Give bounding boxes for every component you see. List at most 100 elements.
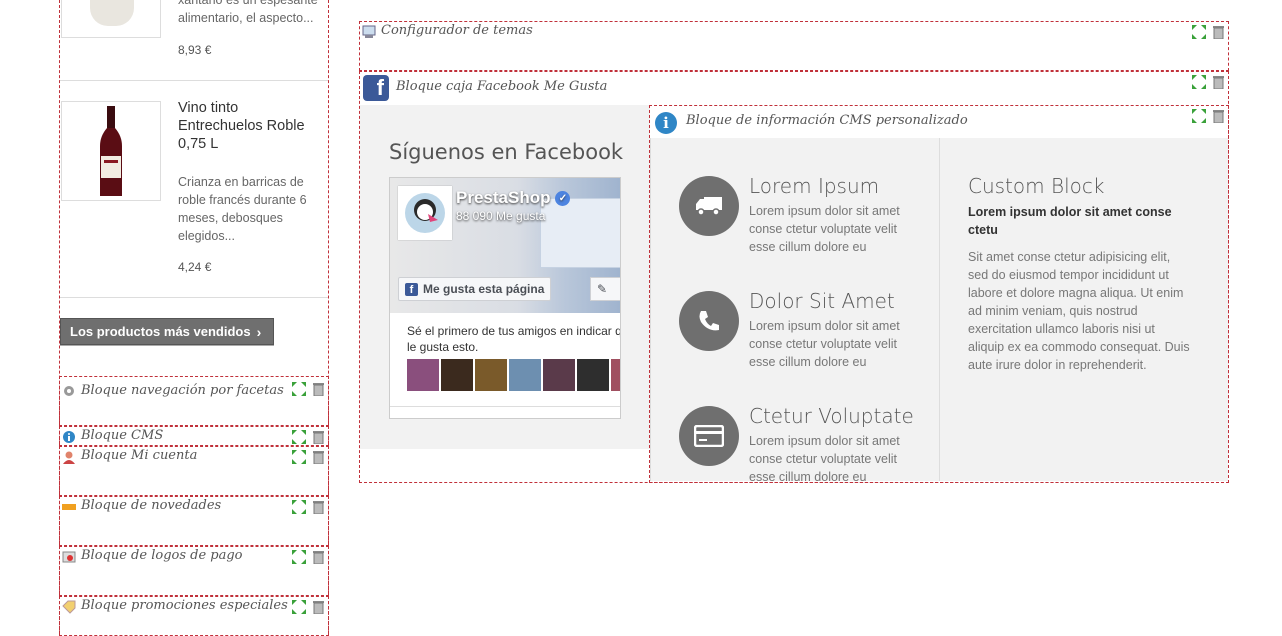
friends-text: Sé el primero de tus amigos en indicar q… [407, 324, 621, 354]
service-title: Lorem Ipsum [749, 174, 880, 198]
facebook-heading: Síguenos en Facebook [389, 140, 624, 164]
service-text: Lorem ipsum dolor sit amet conse ctetur … [749, 434, 900, 481]
bestsellers-label: Los productos más vendidos [70, 324, 251, 339]
new-badge-icon [62, 504, 76, 510]
page-name[interactable]: PrestaShop ✓ [456, 188, 571, 208]
facebook-panel: Síguenos en Facebook PrestaShop ✓ 88 090… [360, 105, 650, 449]
module-cms[interactable]: Bloque CMS [59, 426, 329, 446]
module-label: Bloque de información CMS personalizado [686, 113, 968, 128]
module-theme-configurator[interactable]: Configurador de temas [359, 21, 1229, 71]
info-icon [63, 431, 75, 443]
friend-avatars [407, 359, 620, 391]
tag-icon [62, 600, 76, 614]
service-icon-circle [679, 406, 739, 466]
share-button[interactable]: ✎ [590, 277, 620, 301]
service-icon-circle [679, 291, 739, 351]
facebook-small-icon: f [405, 282, 418, 296]
bestsellers-button[interactable]: Los productos más vendidos › [60, 318, 274, 345]
product-name[interactable]: Vino tinto Entrechuelos Roble 0,75 L [178, 99, 318, 153]
custom-block-subtitle: Lorem ipsum dolor sit amet conse ctetu [968, 205, 1172, 237]
service-text: Lorem ipsum dolor sit amet conse ctetur … [749, 204, 900, 254]
info-icon: i [655, 112, 677, 134]
divider [60, 297, 328, 298]
payment-icon [62, 551, 76, 563]
module-label: Configurador de temas [381, 23, 533, 38]
left-column: xantano es un espesante alimentario, el … [59, 0, 329, 636]
friend-avatar[interactable] [475, 359, 507, 391]
friend-avatar[interactable] [407, 359, 439, 391]
product-image[interactable] [61, 0, 161, 38]
move-icon[interactable] [291, 449, 307, 465]
product-description: xantano es un espesante alimentario, el … [178, 0, 318, 25]
module-label: Bloque CMS [81, 428, 164, 443]
custom-block-text: Sit amet conse ctetur adipisicing elit, … [968, 250, 1190, 372]
module-label: Bloque de logos de pago [81, 548, 243, 563]
pencil-icon: ✎ [597, 282, 608, 296]
move-icon[interactable] [291, 499, 307, 515]
page-avatar[interactable] [398, 186, 452, 240]
user-icon [63, 451, 75, 464]
verified-icon: ✓ [555, 190, 571, 206]
friend-avatar[interactable] [577, 359, 609, 391]
truck-icon [696, 197, 722, 216]
trash-icon[interactable] [1213, 109, 1224, 123]
friend-avatar[interactable] [611, 359, 620, 391]
chevron-right-icon: › [256, 323, 262, 340]
move-icon[interactable] [291, 429, 307, 445]
module-cms-info[interactable]: i Bloque de información CMS personalizad… [649, 105, 1229, 483]
move-icon[interactable] [1191, 74, 1207, 90]
module-label: Bloque Mi cuenta [81, 448, 198, 463]
trash-icon[interactable] [313, 550, 324, 564]
move-icon[interactable] [291, 549, 307, 565]
divider [60, 80, 328, 81]
move-icon[interactable] [1191, 108, 1207, 124]
trash-icon[interactable] [1213, 25, 1224, 39]
divider [390, 406, 620, 407]
service-text: Lorem ipsum dolor sit amet conse ctetur … [749, 319, 900, 369]
friend-avatar[interactable] [543, 359, 575, 391]
module-payment-logos[interactable]: Bloque de logos de pago [59, 546, 329, 596]
product-description: Crianza en barricas de roble francés dur… [178, 175, 307, 243]
service-icon-circle [679, 176, 739, 236]
move-icon[interactable] [1191, 24, 1207, 40]
cms-info-panel: Lorem Ipsum Lorem ipsum dolor sit amet c… [650, 138, 1228, 481]
module-label: Bloque promociones especiales [81, 598, 288, 613]
column-divider [650, 138, 651, 481]
trash-icon[interactable] [313, 450, 324, 464]
product-price: 8,93 € [178, 43, 212, 57]
module-new-products[interactable]: Bloque de novedades [59, 496, 329, 546]
module-label: Bloque caja Facebook Me Gusta [396, 79, 608, 94]
puffin-logo-icon [405, 193, 445, 233]
like-page-button[interactable]: f Me gusta esta página [398, 277, 552, 301]
like-page-label: Me gusta esta página [423, 282, 545, 296]
friend-avatar[interactable] [509, 359, 541, 391]
module-label: Bloque de novedades [81, 498, 222, 513]
friend-avatar[interactable] [441, 359, 473, 391]
gear-icon [64, 386, 74, 396]
custom-block-title: Custom Block [968, 174, 1105, 198]
move-icon[interactable] [291, 381, 307, 397]
trash-icon[interactable] [1213, 75, 1224, 89]
wine-bottle-icon [100, 106, 122, 196]
module-label: Bloque navegación por facetas [81, 383, 284, 398]
trash-icon[interactable] [313, 500, 324, 514]
facebook-widget[interactable]: PrestaShop ✓ 88 090 Me gusta f Me gusta … [389, 177, 621, 419]
move-icon[interactable] [291, 599, 307, 615]
phone-icon [699, 311, 719, 331]
column-divider [939, 138, 940, 481]
product-price: 4,24 € [178, 260, 212, 274]
product-image[interactable] [61, 101, 161, 201]
credit-card-icon [694, 425, 724, 447]
service-title: Ctetur Voluptate [749, 404, 914, 428]
theme-configurator-icon [362, 25, 376, 38]
page-name-text: PrestaShop [456, 188, 551, 207]
trash-icon[interactable] [313, 382, 324, 396]
module-specials[interactable]: Bloque promociones especiales [59, 596, 329, 636]
service-title: Dolor Sit Amet [749, 289, 895, 313]
facebook-icon: f [363, 75, 389, 101]
page-likes: 88 090 Me gusta [456, 209, 546, 223]
trash-icon[interactable] [313, 600, 324, 614]
module-my-account[interactable]: Bloque Mi cuenta [59, 446, 329, 496]
trash-icon[interactable] [313, 430, 324, 444]
module-faceted-navigation[interactable]: Bloque navegación por facetas [59, 376, 329, 426]
